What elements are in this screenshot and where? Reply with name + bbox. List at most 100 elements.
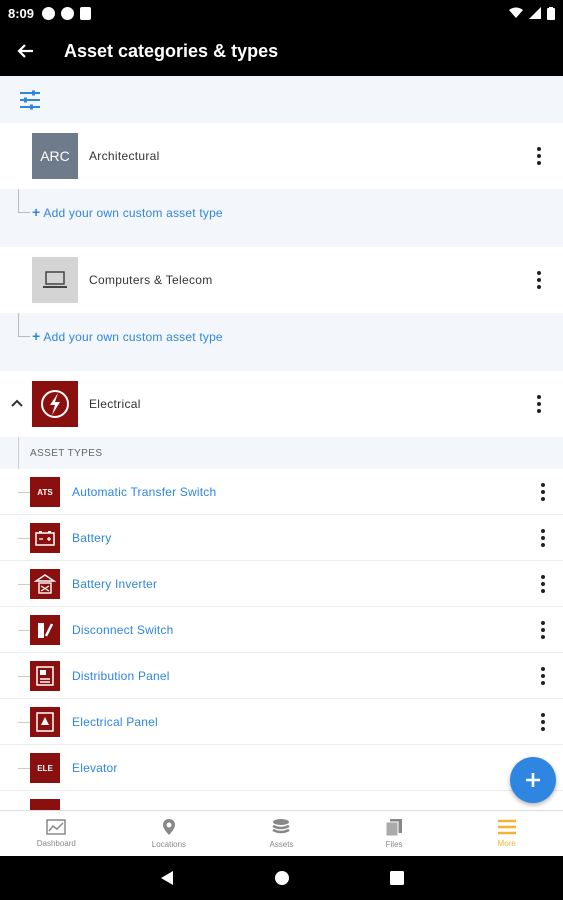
tree-connector: [18, 492, 30, 493]
back-button[interactable]: [0, 26, 50, 76]
page-title: Asset categories & types: [64, 40, 279, 61]
panel-icon: [30, 661, 60, 691]
asset-type-row[interactable]: ELE Elevator: [0, 745, 563, 791]
ats-icon: ATS: [30, 477, 60, 507]
asset-types-header: ASSET TYPES: [0, 437, 563, 469]
nav-label: Dashboard: [36, 839, 76, 848]
elevator-icon: ELE: [30, 753, 60, 783]
add-custom-type-label: Add your own custom asset type: [43, 206, 223, 220]
plus-icon: [526, 773, 540, 787]
add-custom-type-row: + Add your own custom asset type: [0, 189, 563, 247]
more-options-button[interactable]: [529, 392, 549, 416]
system-nav-bar: [0, 856, 563, 900]
database-icon: [272, 819, 291, 834]
nav-more[interactable]: More: [450, 811, 563, 856]
notification-icon: [42, 6, 56, 20]
asset-type-row[interactable]: Disconnect Switch: [0, 607, 563, 653]
notification-icon: [80, 6, 92, 20]
add-custom-type-link[interactable]: + Add your own custom asset type: [32, 204, 223, 220]
more-options-button[interactable]: [533, 572, 553, 596]
asset-type-row[interactable]: Battery: [0, 515, 563, 561]
asset-types-section: ASSET TYPES ATS Automatic Transfer Switc…: [0, 437, 563, 810]
back-triangle-icon[interactable]: [160, 870, 174, 886]
tree-connector: [18, 676, 30, 677]
bottom-nav: Dashboard Locations Assets Files More: [0, 810, 563, 856]
asset-type-name: Battery Inverter: [72, 576, 158, 591]
more-options-button[interactable]: [529, 268, 549, 292]
asset-type-name: Automatic Transfer Switch: [72, 484, 217, 499]
asset-type-name: Electrical Panel: [72, 714, 158, 729]
tree-connector: [18, 538, 30, 539]
category-thumbnail: ARC: [32, 133, 78, 179]
electrical-panel-icon: [30, 707, 60, 737]
more-options-button[interactable]: [533, 710, 553, 734]
files-icon: [385, 819, 403, 836]
notification-icon: [61, 6, 75, 20]
status-bar: 8:09: [0, 0, 563, 26]
tree-connector: [18, 722, 30, 723]
nav-locations[interactable]: Locations: [113, 811, 226, 856]
content-area[interactable]: ARC Architectural + Add your own custom a…: [0, 76, 563, 810]
add-custom-type-row: + Add your own custom asset type: [0, 313, 563, 371]
tree-connector: [18, 584, 30, 585]
tree-connector: [18, 189, 30, 213]
category-thumbnail: [32, 381, 78, 427]
nav-label: Assets: [269, 840, 294, 849]
asset-type-row[interactable]: Battery Inverter: [0, 561, 563, 607]
asset-type-name: Elevator: [72, 760, 118, 775]
more-options-button[interactable]: [533, 480, 553, 504]
wifi-icon: [509, 7, 523, 18]
app-bar: Asset categories & types: [0, 26, 563, 76]
more-options-button[interactable]: [533, 664, 553, 688]
plus-icon: +: [32, 204, 41, 220]
home-circle-icon[interactable]: [274, 870, 290, 886]
tree-connector: [18, 313, 30, 337]
nav-label: Locations: [151, 840, 187, 849]
menu-icon: [497, 819, 516, 835]
arrow-left-icon: [17, 44, 33, 58]
add-custom-type-link[interactable]: + Add your own custom asset type: [32, 328, 223, 344]
filter-row: [0, 76, 563, 123]
status-time: 8:09: [8, 5, 35, 21]
category-architectural[interactable]: ARC Architectural: [0, 123, 563, 189]
filter-sliders-icon[interactable]: [18, 88, 42, 112]
tree-connector: [18, 630, 30, 631]
asset-type-name: Battery: [72, 530, 112, 545]
battery-icon: [547, 6, 555, 20]
category-electrical[interactable]: Electrical: [0, 371, 563, 437]
switch-icon: [30, 615, 60, 645]
plus-icon: +: [32, 328, 41, 344]
asset-type-name: Disconnect Switch: [72, 622, 174, 637]
nav-files[interactable]: Files: [338, 811, 451, 856]
more-options-button[interactable]: [533, 618, 553, 642]
category-name: Computers & Telecom: [89, 273, 213, 287]
asset-type-icon: [30, 799, 60, 810]
asset-type-row[interactable]: Distribution Panel: [0, 653, 563, 699]
more-options-button[interactable]: [533, 526, 553, 550]
recents-square-icon[interactable]: [389, 871, 404, 885]
nav-dashboard[interactable]: Dashboard: [0, 811, 113, 856]
location-pin-icon: [162, 819, 175, 835]
lightning-icon: [41, 390, 69, 418]
asset-type-name: Distribution Panel: [72, 668, 170, 683]
nav-label: More: [497, 839, 516, 848]
category-computers-telecom[interactable]: Computers & Telecom: [0, 247, 563, 313]
battery-icon: [30, 523, 60, 553]
tree-connector: [18, 768, 30, 769]
signal-icon: [529, 7, 541, 19]
inverter-icon: [30, 569, 60, 599]
category-thumbnail: [32, 257, 78, 303]
chart-icon: [46, 819, 67, 835]
asset-type-row[interactable]: ATS Automatic Transfer Switch: [0, 469, 563, 515]
asset-type-row[interactable]: [0, 791, 563, 810]
nav-label: Files: [385, 840, 403, 849]
chevron-up-icon[interactable]: [9, 395, 25, 411]
add-fab-button[interactable]: [510, 757, 556, 803]
category-name: Electrical: [89, 397, 141, 411]
add-custom-type-label: Add your own custom asset type: [43, 330, 223, 344]
asset-type-row[interactable]: Electrical Panel: [0, 699, 563, 745]
category-name: Architectural: [89, 149, 160, 163]
nav-assets[interactable]: Assets: [225, 811, 338, 856]
laptop-icon: [43, 271, 67, 288]
more-options-button[interactable]: [529, 144, 549, 168]
